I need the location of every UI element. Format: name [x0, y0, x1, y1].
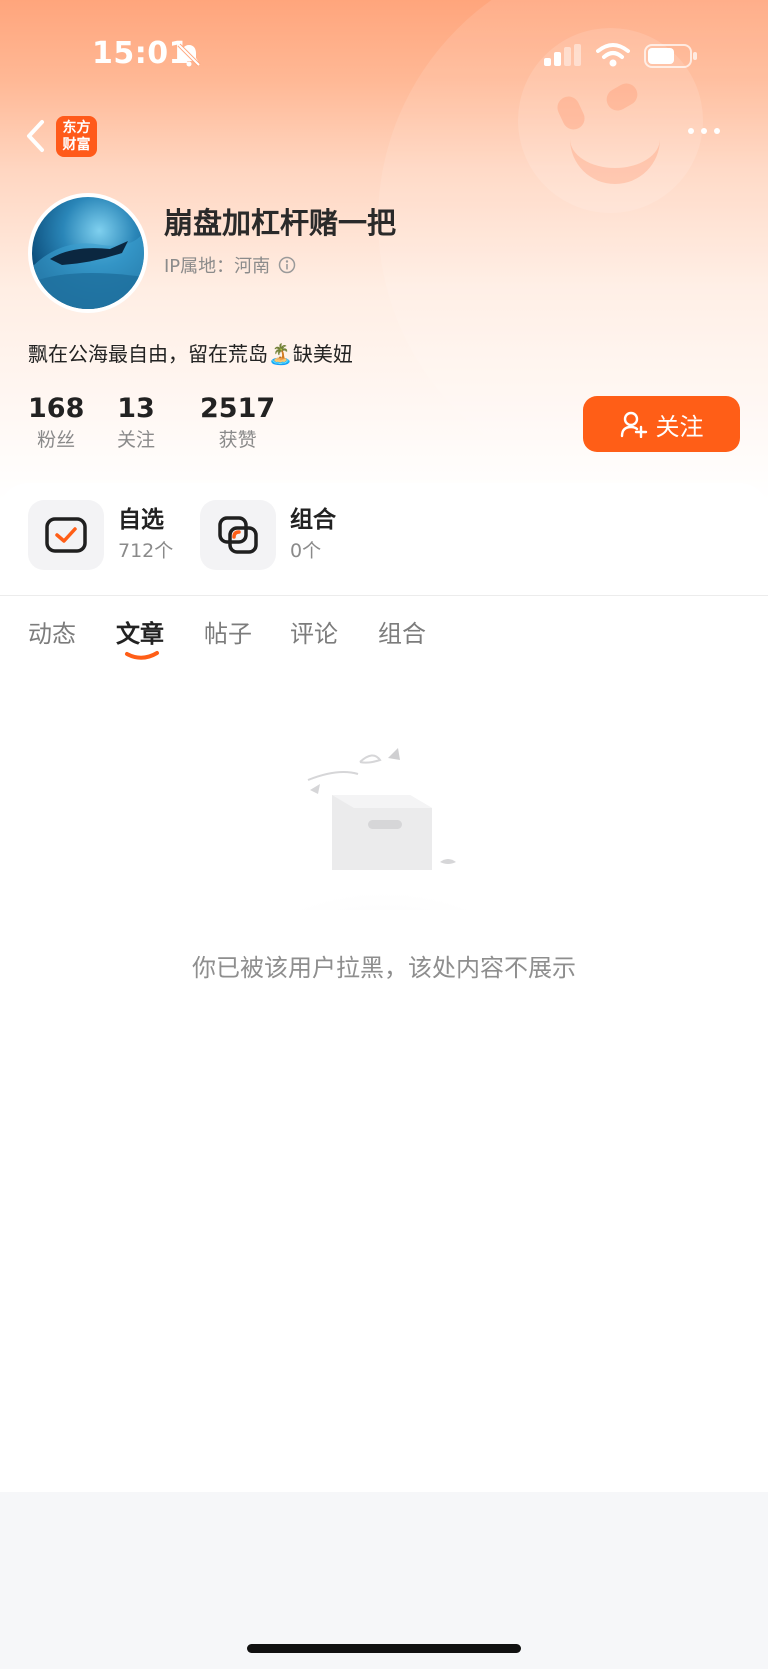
ip-location: IP属地：河南: [164, 252, 296, 278]
app-logo: 东方 财富: [56, 116, 97, 157]
tab-articles[interactable]: 文章: [116, 614, 164, 649]
shortcut-watchlist[interactable]: 自选 712个: [28, 500, 173, 570]
add-user-icon: [620, 411, 647, 438]
back-icon[interactable]: [24, 118, 46, 154]
whale-image: [32, 232, 144, 309]
footer-area: [0, 1492, 768, 1669]
stat-following[interactable]: 13 关注: [117, 392, 155, 454]
empty-box-illustration: [248, 748, 520, 910]
empty-state-message: 你已被该用户拉黑，该处内容不展示: [192, 954, 576, 982]
info-icon[interactable]: [278, 256, 296, 274]
divider: [0, 595, 768, 596]
tab-comments[interactable]: 评论: [290, 614, 338, 649]
stat-fans[interactable]: 168 粉丝: [28, 392, 84, 454]
follow-button[interactable]: 关注: [583, 396, 740, 452]
home-indicator: [247, 1644, 521, 1653]
portfolio-icon: [218, 516, 258, 554]
avatar[interactable]: [28, 193, 148, 313]
tab-portfolios[interactable]: 组合: [378, 614, 426, 649]
tab-posts[interactable]: 帖子: [204, 614, 252, 649]
bell-muted-icon: [177, 43, 201, 67]
stat-likes[interactable]: 2517 获赞: [200, 392, 275, 454]
tab-feed[interactable]: 动态: [28, 614, 76, 649]
cellular-signal-icon: [544, 44, 581, 66]
watchlist-icon: [45, 517, 87, 553]
bio: 飘在公海最自由，留在荒岛🏝️缺美妞: [28, 342, 353, 366]
username: 崩盘加杠杆赌一把: [164, 206, 397, 240]
battery-icon: [644, 44, 697, 68]
active-tab-indicator: [125, 651, 159, 660]
shortcut-portfolio[interactable]: 组合 0个: [200, 500, 336, 570]
more-options-icon[interactable]: [686, 126, 722, 136]
wifi-icon: [596, 43, 630, 67]
